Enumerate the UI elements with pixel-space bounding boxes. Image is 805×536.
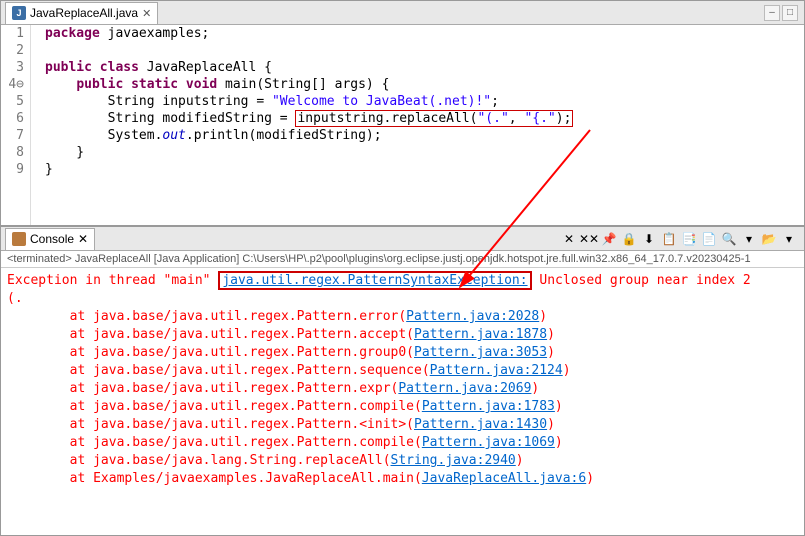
stack-frame: at java.base/java.util.regex.Pattern.acc…: [7, 326, 798, 344]
console-toolbar-btn-10[interactable]: 📂: [760, 230, 778, 248]
code-line[interactable]: package javaexamples;: [45, 25, 804, 42]
console-panel: Console ✕ ✕✕✕📌🔒⬇📋📑📄🔍▾📂▾ <terminated> Jav…: [1, 225, 804, 492]
console-icon: [12, 232, 26, 246]
console-toolbar-btn-1[interactable]: ✕✕: [580, 230, 598, 248]
stack-frame: at java.base/java.util.regex.Pattern.com…: [7, 398, 798, 416]
close-console-icon[interactable]: ✕: [78, 232, 88, 246]
terminated-status: <terminated> JavaReplaceAll [Java Applic…: [1, 251, 804, 268]
stack-source-link[interactable]: Pattern.java:2124: [430, 363, 563, 378]
code-body[interactable]: package javaexamples; public class JavaRe…: [41, 25, 804, 225]
code-line[interactable]: }: [45, 161, 804, 178]
stack-frame: at java.base/java.util.regex.Pattern.<in…: [7, 416, 798, 434]
console-tab[interactable]: Console ✕: [5, 228, 95, 250]
error-highlight-box: inputstring.replaceAll("(.", "{.");: [295, 110, 573, 127]
editor-tab[interactable]: J JavaReplaceAll.java ✕: [5, 2, 158, 24]
console-toolbar-btn-4[interactable]: ⬇: [640, 230, 658, 248]
line-number: 2: [1, 42, 24, 59]
stack-frame: at java.base/java.util.regex.Pattern.com…: [7, 434, 798, 452]
stack-source-link[interactable]: Pattern.java:1783: [422, 399, 555, 414]
exception-prefix: Exception in thread "main": [7, 273, 218, 288]
stack-source-link[interactable]: Pattern.java:3053: [414, 345, 547, 360]
code-line[interactable]: String inputstring = "Welcome to JavaBea…: [45, 93, 804, 110]
code-editor[interactable]: 1234⊖56789 package javaexamples; public c…: [1, 25, 804, 225]
stack-source-link[interactable]: Pattern.java:2028: [406, 309, 539, 324]
stack-source-link[interactable]: String.java:2940: [391, 453, 516, 468]
console-toolbar-btn-0[interactable]: ✕: [560, 230, 578, 248]
code-line[interactable]: public static void main(String[] args) {: [45, 76, 804, 93]
line-number: 9: [1, 161, 24, 178]
stack-source-link[interactable]: Pattern.java:1878: [414, 327, 547, 342]
minimize-view-icon[interactable]: –: [764, 5, 780, 21]
console-output[interactable]: Exception in thread "main" java.util.reg…: [1, 268, 804, 492]
stack-source-link[interactable]: Pattern.java:2069: [398, 381, 531, 396]
code-line[interactable]: [45, 42, 804, 59]
code-line[interactable]: System.out.println(modifiedString);: [45, 127, 804, 144]
console-toolbar: ✕✕✕📌🔒⬇📋📑📄🔍▾📂▾: [560, 230, 804, 248]
stack-source-link[interactable]: Pattern.java:1069: [422, 435, 555, 450]
line-number-gutter: 1234⊖56789: [1, 25, 31, 225]
console-toolbar-btn-11[interactable]: ▾: [780, 230, 798, 248]
console-tabbar: Console ✕ ✕✕✕📌🔒⬇📋📑📄🔍▾📂▾: [1, 227, 804, 251]
console-toolbar-btn-8[interactable]: 🔍: [720, 230, 738, 248]
stack-frame: at java.base/java.util.regex.Pattern.err…: [7, 308, 798, 326]
line-number: 4⊖: [1, 76, 24, 93]
stack-frame: at java.base/java.lang.String.replaceAll…: [7, 452, 798, 470]
exception-detail: (.: [7, 290, 798, 308]
close-tab-icon[interactable]: ✕: [142, 7, 151, 20]
console-tab-label: Console: [30, 232, 74, 246]
stack-frame: at java.base/java.util.regex.Pattern.gro…: [7, 344, 798, 362]
exception-class-link[interactable]: java.util.regex.PatternSyntaxException:: [222, 273, 527, 288]
stack-source-link[interactable]: JavaReplaceAll.java:6: [422, 471, 586, 486]
console-toolbar-btn-6[interactable]: 📑: [680, 230, 698, 248]
line-number: 3: [1, 59, 24, 76]
console-toolbar-btn-2[interactable]: 📌: [600, 230, 618, 248]
stack-source-link[interactable]: Pattern.java:1430: [414, 417, 547, 432]
console-toolbar-btn-5[interactable]: 📋: [660, 230, 678, 248]
line-number: 5: [1, 93, 24, 110]
stack-frame: at Examples/javaexamples.JavaReplaceAll.…: [7, 470, 798, 488]
line-number: 7: [1, 127, 24, 144]
code-line[interactable]: String modifiedString = inputstring.repl…: [45, 110, 804, 127]
editor-tabbar: J JavaReplaceAll.java ✕ – □: [1, 1, 804, 25]
stack-frame: at java.base/java.util.regex.Pattern.exp…: [7, 380, 798, 398]
exception-msg: Unclosed group near index 2: [532, 273, 751, 288]
editor-tab-label: JavaReplaceAll.java: [30, 6, 138, 20]
console-toolbar-btn-7[interactable]: 📄: [700, 230, 718, 248]
console-toolbar-btn-3[interactable]: 🔒: [620, 230, 638, 248]
code-line[interactable]: }: [45, 144, 804, 161]
console-toolbar-btn-9[interactable]: ▾: [740, 230, 758, 248]
java-file-icon: J: [12, 6, 26, 20]
maximize-view-icon[interactable]: □: [782, 5, 798, 21]
code-line[interactable]: public class JavaReplaceAll {: [45, 59, 804, 76]
fold-marker-gutter: [31, 25, 41, 225]
stack-frame: at java.base/java.util.regex.Pattern.seq…: [7, 362, 798, 380]
line-number: 6: [1, 110, 24, 127]
line-number: 1: [1, 25, 24, 42]
line-number: 8: [1, 144, 24, 161]
